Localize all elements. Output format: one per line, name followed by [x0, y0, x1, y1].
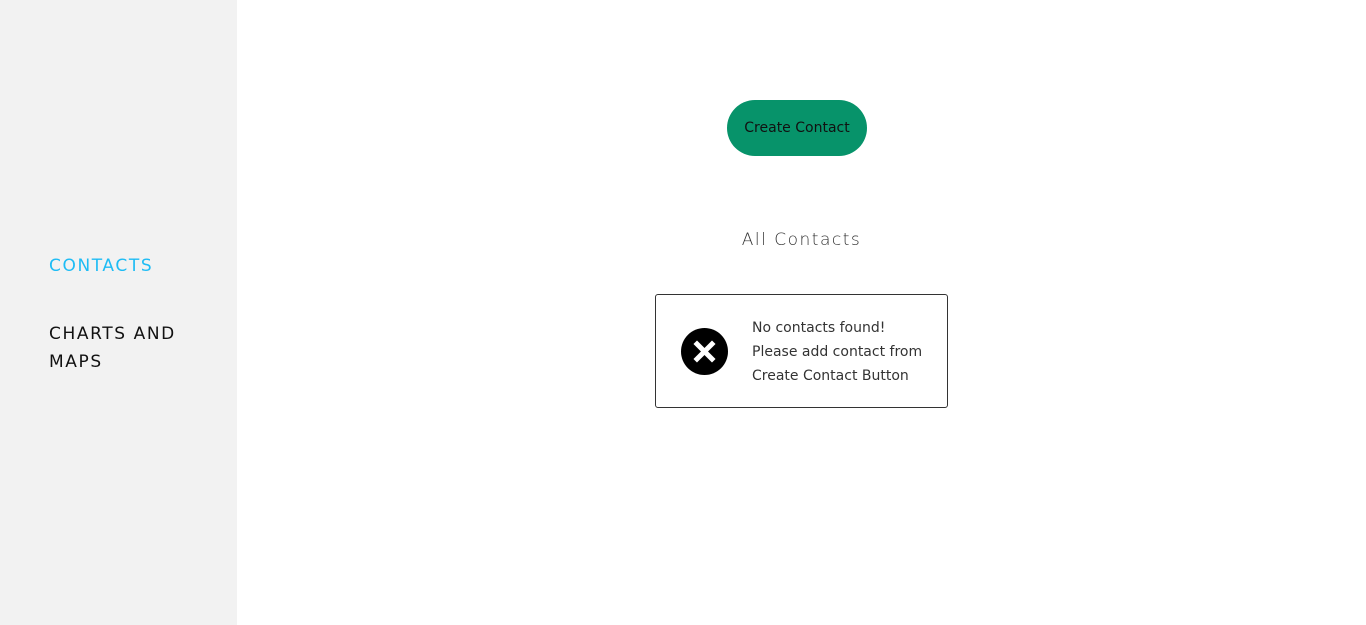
- close-circle-icon: [681, 328, 728, 375]
- page-title: All Contacts: [741, 230, 862, 250]
- empty-message: No contacts found! Please add contact fr…: [752, 316, 922, 388]
- create-contact-button[interactable]: Create Contact: [727, 100, 867, 156]
- empty-state-box: No contacts found! Please add contact fr…: [655, 294, 948, 408]
- empty-message-line: Create Contact Button: [752, 368, 909, 384]
- sidebar: CONTACTS CHARTS AND MAPS: [0, 0, 237, 625]
- empty-message-line: No contacts found!: [752, 320, 886, 336]
- sidebar-item-charts-and-maps[interactable]: CHARTS AND MAPS: [49, 320, 199, 376]
- sidebar-item-contacts[interactable]: CONTACTS: [49, 252, 199, 280]
- empty-message-line: Please add contact from: [752, 344, 923, 360]
